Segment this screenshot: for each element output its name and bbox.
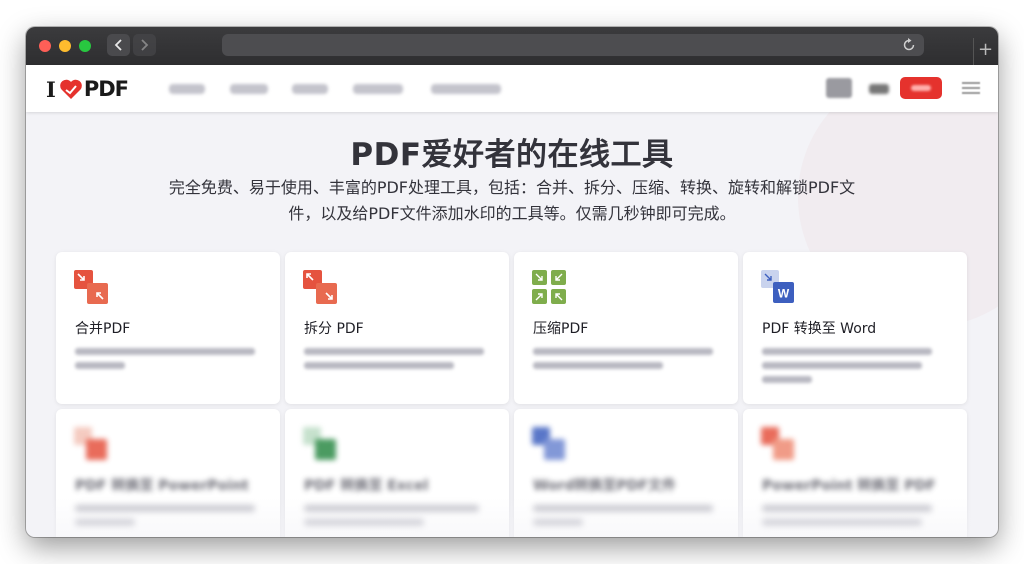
chevron-left-icon: [114, 39, 122, 51]
reload-icon[interactable]: [902, 38, 916, 52]
heart-icon: [60, 79, 82, 99]
tool-card-pdf-to-word[interactable]: W PDF 转换至 Word: [743, 252, 967, 404]
plus-icon: +: [978, 39, 994, 60]
ilovepdf-logo[interactable]: I PDF: [46, 76, 129, 102]
nav-item-split[interactable]: [230, 84, 268, 94]
word-to-pdf-icon: [532, 427, 565, 460]
logo-text-pdf: PDF: [83, 77, 129, 101]
hamburger-menu-icon[interactable]: [962, 80, 980, 96]
tool-card-compress-pdf[interactable]: 压缩PDF: [514, 252, 738, 404]
tool-title: PDF 转换至 PowerPoint: [75, 478, 249, 494]
tool-title: 压缩PDF: [533, 321, 589, 337]
tool-title: Word转换至PDF文件: [533, 478, 676, 494]
browser-window: + I PDF PDF爱好者的在线工具 完全免费、易于使用、丰富的PDF处理工具…: [26, 27, 998, 537]
login-link[interactable]: [869, 84, 889, 94]
tool-title: PowerPoint 转换至 PDF: [762, 478, 936, 494]
page-subtitle: 完全免费、易于使用、丰富的PDF处理工具，包括：合并、拆分、压缩、转换、旋转和解…: [168, 178, 856, 223]
nav-item-convert[interactable]: [353, 84, 403, 94]
logo-letter-i: I: [46, 76, 56, 102]
tool-title: 合并PDF: [75, 321, 131, 337]
address-bar[interactable]: [222, 34, 924, 56]
tool-title: 拆分 PDF: [304, 321, 364, 337]
tool-title: PDF 转换至 Word: [762, 321, 877, 337]
tool-card-word-to-pdf[interactable]: Word转换至PDF文件: [514, 409, 738, 537]
new-tab-button[interactable]: +: [973, 38, 996, 65]
nav-item-all-tools[interactable]: [431, 84, 501, 94]
desktop-app-icon[interactable]: [826, 78, 852, 98]
powerpoint-to-pdf-icon: [761, 427, 794, 460]
browser-titlebar: +: [26, 27, 998, 66]
page-title: PDF爱好者的在线工具: [350, 137, 674, 173]
tool-card-powerpoint-to-pdf[interactable]: PowerPoint 转换至 PDF: [743, 409, 967, 537]
close-window-button[interactable]: [39, 40, 51, 52]
pdf-to-powerpoint-icon: [74, 427, 107, 460]
tool-card-pdf-to-excel[interactable]: PDF 转换至 Excel: [285, 409, 509, 537]
pdf-to-word-icon: W: [761, 270, 794, 303]
minimize-window-button[interactable]: [59, 40, 71, 52]
tool-title: PDF 转换至 Excel: [304, 478, 429, 494]
merge-pdf-icon: [74, 270, 108, 304]
signup-button[interactable]: [900, 77, 942, 99]
tool-card-pdf-to-powerpoint[interactable]: PDF 转换至 PowerPoint: [56, 409, 280, 537]
pdf-to-excel-icon: [303, 427, 336, 460]
zoom-window-button[interactable]: [79, 40, 91, 52]
back-button[interactable]: [107, 34, 130, 56]
chevron-right-icon: [141, 39, 149, 51]
site-header: I PDF: [26, 65, 998, 112]
nav-item-compress[interactable]: [292, 84, 328, 94]
nav-item-merge[interactable]: [169, 84, 205, 94]
forward-button[interactable]: [133, 34, 156, 56]
split-pdf-icon: [303, 270, 337, 304]
tool-card-merge-pdf[interactable]: 合并PDF: [56, 252, 280, 404]
tool-card-split-pdf[interactable]: 拆分 PDF: [285, 252, 509, 404]
svg-text:W: W: [778, 287, 790, 301]
compress-pdf-icon: [532, 270, 566, 304]
